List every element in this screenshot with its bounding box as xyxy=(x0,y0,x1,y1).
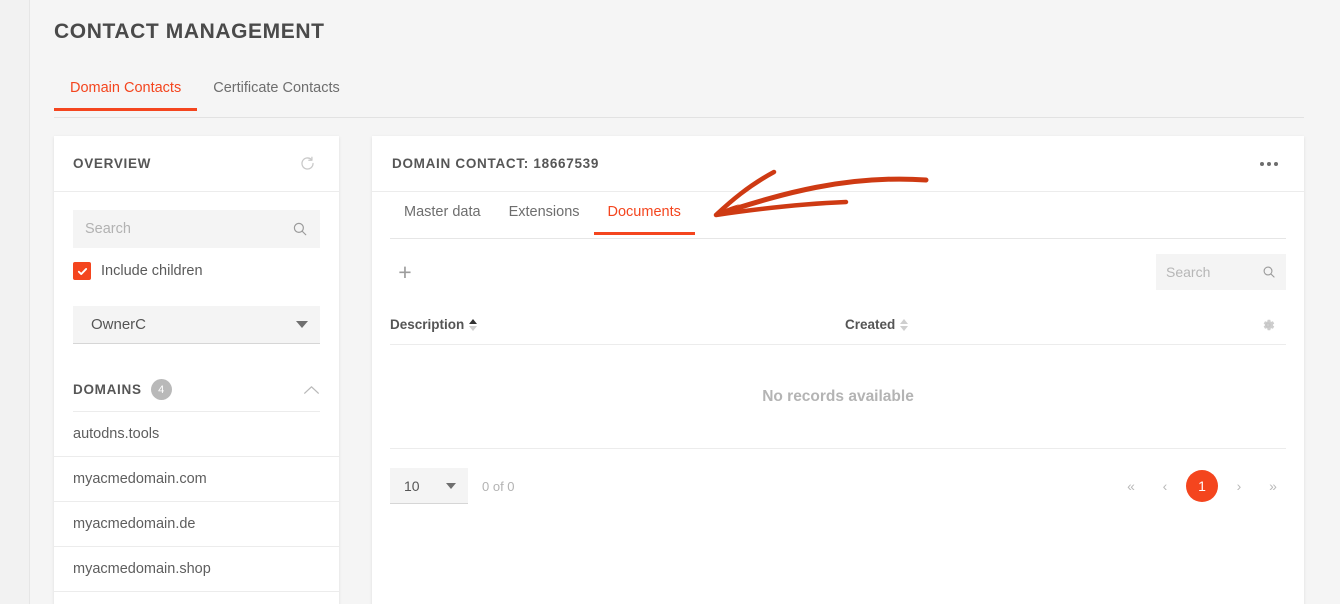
search-icon[interactable] xyxy=(1262,265,1276,279)
documents-toolbar: + xyxy=(390,239,1286,305)
pagination-page-1[interactable]: 1 xyxy=(1186,470,1218,502)
more-options-icon[interactable] xyxy=(1254,156,1284,172)
overview-body: Include children OwnerC DOMAINS 4 xyxy=(54,192,339,412)
domains-section-header[interactable]: DOMAINS 4 xyxy=(73,368,320,412)
domains-section-title: DOMAINS xyxy=(73,382,142,397)
column-header-created[interactable]: Created xyxy=(845,317,909,332)
sort-indicator-created[interactable] xyxy=(900,318,909,331)
detail-tabs: Master data Extensions Documents xyxy=(390,192,1286,239)
search-icon[interactable] xyxy=(292,221,308,237)
pagination-last[interactable]: » xyxy=(1260,473,1286,499)
include-children-label: Include children xyxy=(101,263,203,279)
tab-master-data[interactable]: Master data xyxy=(390,192,495,234)
overview-panel: OVERVIEW Search Include children OwnerC … xyxy=(54,136,339,604)
record-count: 0 of 0 xyxy=(482,478,515,494)
footer-left: 10 0 of 0 xyxy=(390,468,515,504)
pagination-first[interactable]: « xyxy=(1118,473,1144,499)
column-header-description[interactable]: Description xyxy=(390,317,478,332)
page-size-select[interactable]: 10 xyxy=(390,468,468,504)
column-header-description-label: Description xyxy=(390,317,465,332)
app-root: CONTACT MANAGEMENT Domain Contacts Certi… xyxy=(0,0,1340,604)
tab-domain-contacts[interactable]: Domain Contacts xyxy=(54,76,198,111)
documents-footer: 10 0 of 0 « ‹ 1 › » xyxy=(390,449,1286,523)
sidebar-search-input[interactable] xyxy=(85,221,292,237)
documents-search[interactable] xyxy=(1156,254,1286,290)
domains-count-badge: 4 xyxy=(150,379,172,400)
sort-indicator-description[interactable] xyxy=(469,318,478,331)
list-item[interactable]: myacmedomain.com xyxy=(54,457,339,502)
contact-type-value: OwnerC xyxy=(91,316,147,333)
chevron-down-icon[interactable] xyxy=(296,321,308,328)
page-size-value: 10 xyxy=(404,477,420,494)
column-header-created-label: Created xyxy=(845,317,896,332)
gear-icon[interactable] xyxy=(1260,317,1276,333)
list-item[interactable]: myacmedomain.shop xyxy=(54,547,339,592)
domain-contact-header: DOMAIN CONTACT: 18667539 xyxy=(372,136,1304,192)
empty-state-text: No records available xyxy=(762,387,914,405)
page-title: CONTACT MANAGEMENT xyxy=(54,20,325,43)
chevron-up-icon[interactable] xyxy=(303,385,320,395)
domains-section-left: DOMAINS 4 xyxy=(73,379,172,400)
contact-type-select[interactable]: OwnerC xyxy=(73,306,320,344)
overview-header: OVERVIEW xyxy=(54,136,339,192)
top-tabs: Domain Contacts Certificate Contacts xyxy=(54,76,1304,118)
include-children-checkbox[interactable] xyxy=(73,262,91,280)
documents-search-input[interactable] xyxy=(1166,264,1262,280)
tab-certificate-contacts[interactable]: Certificate Contacts xyxy=(197,76,356,110)
list-item[interactable]: autodns.tools xyxy=(54,412,339,457)
refresh-icon[interactable] xyxy=(294,151,320,177)
add-document-button[interactable]: + xyxy=(390,257,420,287)
overview-title: OVERVIEW xyxy=(73,156,152,171)
include-children-row[interactable]: Include children xyxy=(73,262,320,280)
left-rail xyxy=(0,0,30,604)
tab-extensions[interactable]: Extensions xyxy=(495,192,594,234)
chevron-down-icon[interactable] xyxy=(446,482,456,489)
pagination-next[interactable]: › xyxy=(1226,473,1252,499)
pagination-prev[interactable]: ‹ xyxy=(1152,473,1178,499)
domains-list: autodns.tools myacmedomain.com myacmedom… xyxy=(54,412,339,592)
sidebar-search[interactable] xyxy=(73,210,320,248)
documents-table-header: Description Created xyxy=(390,305,1286,345)
tab-documents[interactable]: Documents xyxy=(593,192,696,235)
documents-empty-state: No records available xyxy=(390,345,1286,449)
domain-contact-panel: DOMAIN CONTACT: 18667539 Master data Ext… xyxy=(372,136,1304,604)
pagination: « ‹ 1 › » xyxy=(1118,470,1286,502)
domain-contact-title: DOMAIN CONTACT: 18667539 xyxy=(392,156,600,171)
list-item[interactable]: myacmedomain.de xyxy=(54,502,339,547)
